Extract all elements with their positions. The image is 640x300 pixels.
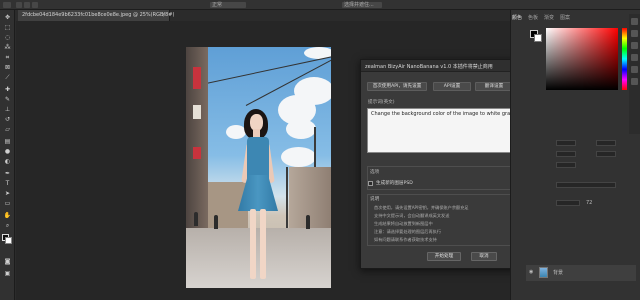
eyedropper-tool-icon[interactable]: ⟋ <box>3 74 12 81</box>
api-help-button[interactable]: 首次使用API，请先设置 <box>367 82 427 91</box>
translate-settings-button[interactable]: 翻译设置 <box>475 82 513 91</box>
property-field[interactable] <box>556 182 616 188</box>
cancel-button[interactable]: 取消 <box>471 252 497 261</box>
type-tool-icon[interactable]: T <box>3 180 12 187</box>
shape-tool-icon[interactable]: ▭ <box>3 200 12 207</box>
new-selection-icon[interactable] <box>16 2 22 8</box>
note-line: 注意：请选择要处理的图层后再执行 <box>374 229 442 234</box>
quick-select-tool-icon[interactable]: ⁂ <box>3 44 12 51</box>
zoom-value: 72 <box>586 200 593 206</box>
properties-icon[interactable] <box>631 30 638 37</box>
tab-patterns[interactable]: 图案 <box>560 14 570 23</box>
subtract-selection-icon[interactable] <box>32 2 38 8</box>
photo-image <box>186 47 331 288</box>
property-field[interactable] <box>556 162 576 168</box>
tab-gradients[interactable]: 渐变 <box>544 14 554 23</box>
pen-tool-icon[interactable]: ✒ <box>3 170 12 177</box>
note-line: 如有问题请联系作者获取技术支持 <box>374 237 437 242</box>
layer-name: 背景 <box>553 270 564 276</box>
tool-preset-icon[interactable] <box>3 2 11 8</box>
dialog-title: zealman BizyAir NanoBanana v1.0 本插件将禁止商用 <box>365 64 493 70</box>
layer-thumbnail <box>539 267 548 278</box>
healing-brush-icon[interactable]: ✚ <box>3 86 12 93</box>
crop-tool-icon[interactable]: ⌗ <box>3 54 12 61</box>
gradient-tool-icon[interactable]: ▤ <box>3 138 12 145</box>
tab-color[interactable]: 颜色 <box>512 14 522 23</box>
hand-tool-icon[interactable]: ✋ <box>3 212 12 219</box>
property-field[interactable] <box>556 140 576 146</box>
panel-background-swatch[interactable] <box>534 34 542 42</box>
screen-mode-icon[interactable]: ▣ <box>3 270 12 277</box>
background-color-swatch[interactable] <box>5 237 12 244</box>
blur-tool-icon[interactable]: ● <box>3 148 12 155</box>
frame-tool-icon[interactable]: ⊠ <box>3 64 12 71</box>
history-icon[interactable] <box>631 18 638 25</box>
brush-tool-icon[interactable]: ✎ <box>3 96 12 103</box>
close-tab-icon[interactable]: × <box>161 11 166 18</box>
marquee-tool-icon[interactable]: ⬚ <box>3 24 12 31</box>
select-and-mask-label: 选择并遮住... <box>344 2 374 8</box>
eraser-tool-icon[interactable]: ▱ <box>3 126 12 133</box>
note-line: 支持中文提示词，会自动翻译成英文发送 <box>374 213 450 218</box>
move-tool-icon[interactable]: ✥ <box>3 14 12 21</box>
property-field[interactable] <box>596 140 616 146</box>
start-button[interactable]: 开始处理 <box>427 252 461 261</box>
style-select-value: 正常 <box>212 2 223 8</box>
tools-panel: ✥ ⬚ ◌ ⁂ ⌗ ⊠ ⟋ ✚ ✎ ⊥ ↺ ▱ ▤ ● ◐ ✒ T ➤ ▭ ✋ … <box>0 10 15 300</box>
paragraph-icon[interactable] <box>631 78 638 85</box>
character-icon[interactable] <box>631 66 638 73</box>
path-select-icon[interactable]: ➤ <box>3 190 12 197</box>
color-picker-field[interactable] <box>546 28 618 90</box>
zoom-tool-icon[interactable]: ⌕ <box>3 222 12 229</box>
api-settings-button[interactable]: API设置 <box>433 82 471 91</box>
hue-slider[interactable] <box>622 28 627 90</box>
clone-stamp-icon[interactable]: ⊥ <box>3 106 12 113</box>
options-bar: 正常 选择并遮住... <box>0 0 640 10</box>
add-selection-icon[interactable] <box>24 2 30 8</box>
adjustments-icon[interactable] <box>631 42 638 49</box>
notes-label: 说明 <box>370 197 380 202</box>
property-field[interactable] <box>596 151 616 157</box>
dodge-tool-icon[interactable]: ◐ <box>3 158 12 165</box>
tab-swatches[interactable]: 色板 <box>528 14 538 23</box>
zoom-field[interactable] <box>556 200 580 206</box>
libraries-icon[interactable] <box>631 54 638 61</box>
history-brush-icon[interactable]: ↺ <box>3 116 12 123</box>
note-line: 首次使用，请先设置API密钥，并确保账户余额充足 <box>374 205 469 210</box>
new-layer-checkbox-label: 生成新的图层PSD <box>376 181 413 186</box>
lasso-tool-icon[interactable]: ◌ <box>3 34 12 41</box>
options-label: 选项 <box>370 170 380 175</box>
note-line: 生成结果将自动放置到新图层中 <box>374 221 433 226</box>
quick-mask-icon[interactable]: ◙ <box>3 258 12 265</box>
new-layer-checkbox[interactable] <box>368 181 373 186</box>
prompt-label: 提示词(英文) <box>368 100 395 105</box>
visibility-eye-icon[interactable]: ◉ <box>529 269 533 275</box>
document-tab-title: 2fdcbe04d184e9b6233fc01be8ce0e8e.jpeg @ … <box>22 12 175 18</box>
property-field[interactable] <box>556 151 576 157</box>
document-tab[interactable]: 2fdcbe04d184e9b6233fc01be8ce0e8e.jpeg @ … <box>18 10 174 21</box>
